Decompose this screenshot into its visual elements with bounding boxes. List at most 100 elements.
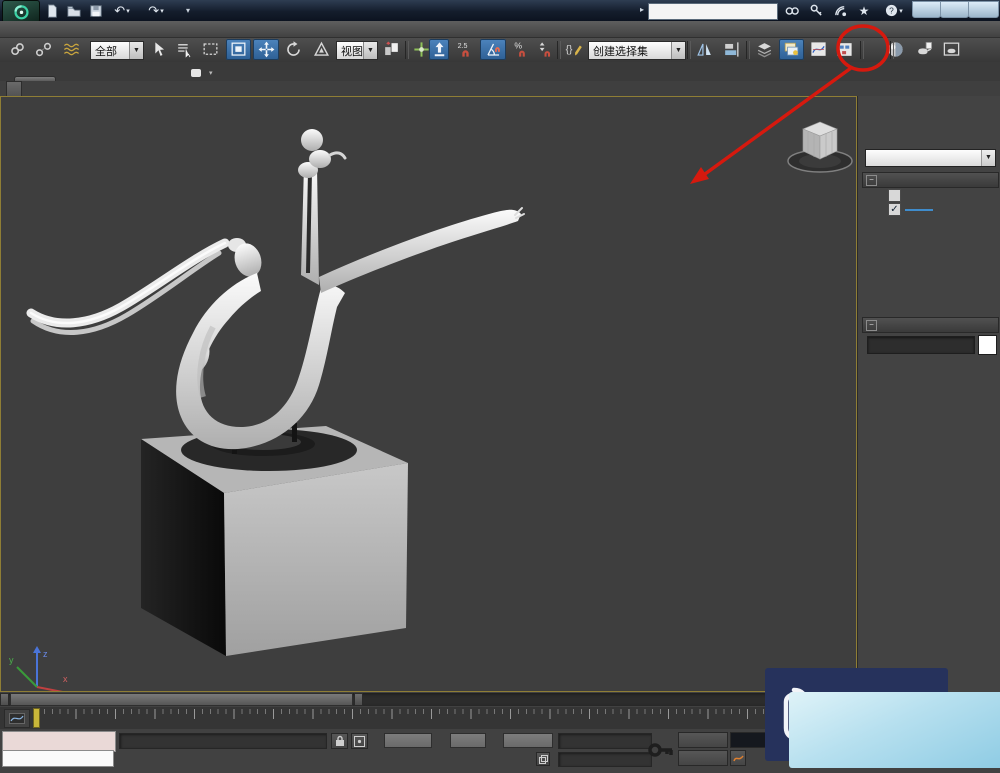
favorites-star-icon[interactable]: ★ [854, 2, 874, 19]
select-and-rotate-button[interactable] [281, 39, 306, 60]
mirror-button[interactable] [692, 39, 716, 60]
unlink-selection-icon [34, 40, 53, 59]
statue-figure[interactable] [31, 129, 524, 449]
help-icon[interactable]: ? ▾ [884, 2, 904, 19]
object-type-rollout-header[interactable]: − [862, 172, 999, 188]
select-object-icon [149, 40, 168, 59]
pedestal-cube [141, 423, 408, 656]
layer-manager-button[interactable] [752, 39, 776, 60]
object-color-swatch[interactable] [978, 335, 997, 355]
schematic-view-button[interactable] [832, 39, 857, 60]
communication-center-icon[interactable] [830, 2, 850, 19]
selection-filter-dropdown[interactable]: 全部▼ [90, 41, 144, 60]
material-editor-button[interactable] [886, 39, 905, 60]
maximize-button[interactable] [940, 1, 969, 18]
align-button[interactable] [719, 39, 743, 60]
snaps-toggle-button[interactable]: 2.5 [452, 39, 478, 60]
track-bar[interactable] [0, 707, 857, 730]
x-coordinate-field[interactable] [384, 733, 432, 748]
autogrid-checkbox[interactable] [888, 189, 901, 202]
rendered-frame-window-icon [942, 40, 961, 59]
open-mini-curve-editor-button[interactable] [4, 709, 30, 728]
maxscript-listener-line[interactable] [2, 750, 114, 767]
menu-bar [0, 21, 1000, 38]
set-key-button[interactable] [678, 750, 728, 766]
window-crossing-button[interactable] [226, 39, 251, 60]
viewport[interactable]: z x y [0, 96, 857, 692]
start-new-shape-button[interactable] [905, 209, 933, 211]
y-coordinate-field[interactable] [450, 733, 486, 748]
spinner-snap-icon [535, 40, 554, 59]
view-cube[interactable] [779, 113, 861, 179]
autogrid-row[interactable] [888, 189, 905, 202]
key-lock-icon [648, 737, 674, 763]
rectangular-selection-region-button[interactable] [198, 39, 222, 60]
maxscript-mini-listener[interactable] [2, 731, 116, 752]
next-frame-button[interactable] [354, 693, 363, 706]
keyboard-shortcut-override-icon [430, 40, 449, 59]
save-file-button[interactable] [86, 2, 106, 19]
new-file-button[interactable] [42, 2, 62, 19]
subscription-icon[interactable] [806, 2, 826, 19]
add-time-tag-field[interactable] [558, 752, 652, 767]
angle-snap-button[interactable] [480, 39, 506, 60]
select-and-link-button[interactable] [6, 39, 29, 60]
percent-snap-button[interactable]: % [509, 39, 533, 60]
selection-lock-toggle[interactable] [331, 733, 348, 749]
graphite-ribbon-toggle-icon [782, 40, 801, 59]
select-by-name-button[interactable] [172, 39, 196, 60]
spinner-snap-button[interactable] [534, 39, 554, 60]
main-toolbar: 全部▼ 视图▼ 2.5% {} 创建选择集▼ [0, 38, 1000, 63]
edit-named-selection-sets-icon: {} [564, 40, 583, 59]
select-object-button[interactable] [147, 39, 169, 60]
rendered-frame-window-button[interactable] [939, 39, 964, 60]
start-new-shape-checkbox[interactable]: ✓ [888, 203, 901, 216]
redo-button[interactable]: ↷▾ [146, 2, 166, 19]
reference-coordinate-system-dropdown[interactable]: 视图▼ [336, 41, 378, 60]
quick-access-options-button[interactable]: ▾ [178, 2, 198, 19]
keyboard-shortcut-override-button[interactable] [429, 39, 449, 60]
start-new-shape-row[interactable]: ✓ [888, 203, 933, 216]
key-filters-icon-button[interactable] [730, 750, 746, 766]
trackbar-major-ticks [36, 709, 852, 719]
snaps-toggle-icon: 2.5 [456, 40, 475, 59]
select-and-move-button[interactable] [253, 39, 279, 60]
render-setup-button[interactable] [913, 39, 936, 60]
absolute-offset-mode-toggle[interactable] [351, 733, 368, 749]
named-selection-set-dropdown[interactable]: 创建选择集▼ [588, 41, 686, 60]
mini-curve-editor-icon [9, 713, 25, 724]
undo-button[interactable]: ↶▾ [112, 2, 132, 19]
current-frame-marker[interactable] [33, 708, 40, 728]
open-file-button[interactable] [64, 2, 84, 19]
search-input[interactable] [649, 6, 777, 17]
z-coordinate-field[interactable] [503, 733, 553, 748]
use-pivot-point-center-button[interactable] [380, 39, 402, 60]
app-menu-button[interactable] [2, 0, 40, 23]
polygon-modeling-panel-tab[interactable] [6, 81, 22, 96]
layer-manager-icon [755, 40, 774, 59]
time-tag-icon [536, 752, 550, 766]
auto-key-button[interactable] [678, 732, 728, 748]
search-icon[interactable] [782, 2, 802, 19]
open-file-icon [67, 4, 81, 18]
satellite-dish-icon [834, 4, 847, 17]
axis-tripod: z x y [9, 646, 73, 691]
time-slider-handle[interactable] [10, 693, 353, 706]
object-name-input[interactable] [867, 336, 975, 354]
svg-text:?: ? [889, 5, 894, 15]
ribbon-options-button[interactable]: ▾ [190, 68, 213, 78]
shape-type-dropdown[interactable]: ▼ [865, 149, 996, 167]
edit-named-selection-sets-button[interactable]: {} [562, 39, 584, 60]
minimize-button[interactable] [912, 1, 941, 18]
toolbar-separator [405, 41, 409, 59]
unlink-selection-button[interactable] [32, 39, 55, 60]
curve-editor-button[interactable] [806, 39, 830, 60]
bind-to-space-warp-button[interactable] [58, 39, 84, 60]
graphite-ribbon-toggle-button[interactable] [779, 39, 804, 60]
toolbar-separator [890, 41, 894, 59]
select-and-scale-button[interactable] [308, 39, 334, 60]
close-button[interactable] [968, 1, 999, 18]
previous-frame-button[interactable] [0, 693, 9, 706]
search-expand-icon[interactable]: ▸ [640, 5, 644, 14]
name-color-rollout-header[interactable]: − [862, 317, 999, 333]
